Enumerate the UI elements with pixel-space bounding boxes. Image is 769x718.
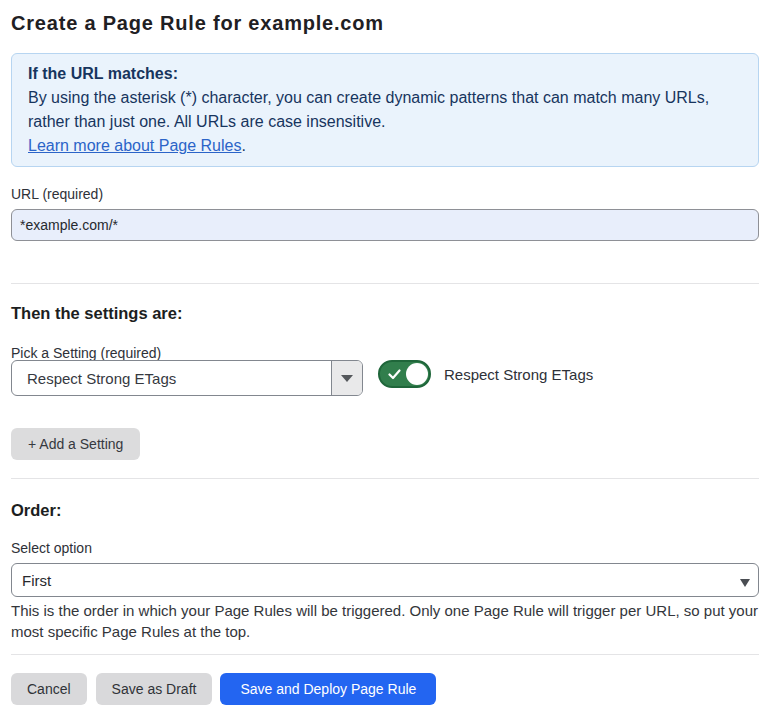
setting-select[interactable]: Respect Strong ETags: [11, 360, 363, 396]
picker-row: Respect Strong ETags Respect Strong ETag…: [11, 360, 759, 396]
order-help-text: This is the order in which your Page Rul…: [11, 600, 759, 642]
url-input-value: *example.com/*: [20, 217, 118, 233]
save-draft-button[interactable]: Save as Draft: [96, 673, 213, 705]
caret-down-icon: [341, 375, 353, 382]
page: Create a Page Rule for example.com If th…: [0, 11, 769, 705]
setting-select-value: Respect Strong ETags: [12, 361, 331, 395]
info-box-body-text: By using the asterisk (*) character, you…: [28, 89, 709, 130]
settings-heading: Then the settings are:: [11, 303, 759, 323]
order-select-label: Select option: [11, 540, 759, 557]
url-field-label: URL (required): [11, 186, 759, 203]
cancel-button[interactable]: Cancel: [11, 673, 87, 705]
chevron-down-icon: [740, 579, 750, 587]
divider: [11, 654, 759, 655]
link-suffix: .: [241, 137, 245, 154]
divider: [11, 283, 759, 284]
learn-more-link[interactable]: Learn more about Page Rules: [28, 137, 241, 154]
toggle-label: Respect Strong ETags: [444, 366, 593, 383]
setting-select-arrow-button[interactable]: [331, 361, 362, 395]
toggle-knob: [406, 363, 428, 385]
info-box-heading: If the URL matches:: [28, 62, 742, 86]
url-match-info-box: If the URL matches: By using the asteris…: [11, 53, 759, 167]
footer-actions: Cancel Save as Draft Save and Deploy Pag…: [11, 673, 759, 705]
order-select-value: First: [22, 572, 51, 589]
add-setting-button[interactable]: + Add a Setting: [11, 428, 140, 460]
order-heading: Order:: [11, 500, 759, 520]
divider: [11, 478, 759, 479]
info-box-body: By using the asterisk (*) character, you…: [28, 86, 742, 158]
page-title: Create a Page Rule for example.com: [11, 11, 759, 35]
order-select[interactable]: First: [11, 563, 759, 597]
check-icon: [388, 369, 401, 380]
url-input[interactable]: *example.com/*: [11, 209, 759, 241]
save-deploy-button[interactable]: Save and Deploy Page Rule: [220, 673, 436, 705]
setting-toggle[interactable]: [378, 360, 431, 388]
